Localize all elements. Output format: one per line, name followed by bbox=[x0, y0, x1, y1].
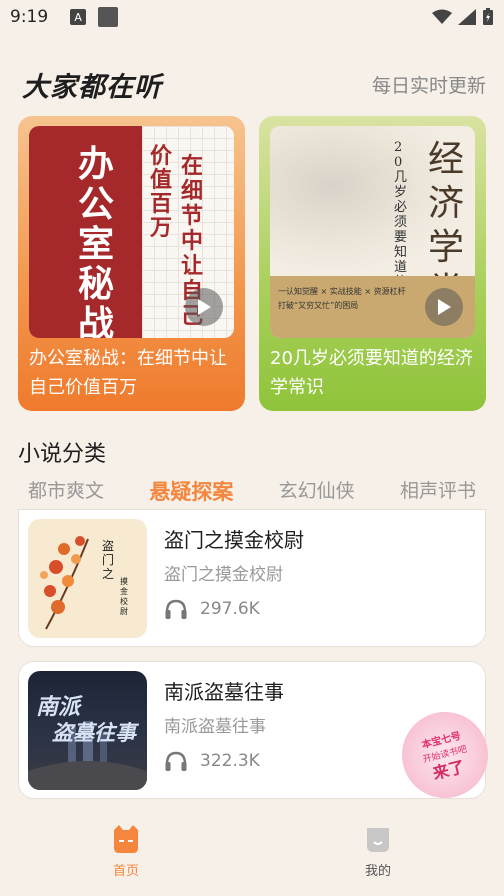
tab-fantasy[interactable]: 玄幻仙侠 bbox=[279, 476, 355, 506]
play-count: 297.6K bbox=[164, 598, 260, 620]
cover-main-title: 办公室秘战 bbox=[78, 143, 115, 338]
profile-icon bbox=[367, 828, 389, 852]
tab-crosstalk[interactable]: 相声评书 bbox=[400, 476, 476, 506]
status-time: 9:19 bbox=[10, 7, 49, 27]
home-cat-icon bbox=[114, 825, 138, 853]
play-icon bbox=[198, 299, 211, 315]
battery-icon bbox=[483, 8, 493, 25]
cover-side-line1: 价值百万 bbox=[150, 143, 173, 241]
cover-side-text: 20几岁必须要知道的 bbox=[394, 140, 408, 290]
play-count-value: 322.3K bbox=[200, 751, 260, 771]
wifi-icon bbox=[432, 9, 452, 24]
update-hint[interactable]: 每日实时更新 bbox=[372, 71, 486, 98]
page-title: 大家都在听 bbox=[22, 71, 162, 103]
featured-title: 办公室秘战：在细节中让自己价值百万 bbox=[29, 348, 227, 398]
featured-card-economics[interactable]: 经济学常识 20几岁必须要知道的 一认知觉醒 × 实战技能 × 资源杠杆 打破“… bbox=[259, 116, 486, 411]
section-header: 大家都在听 每日实时更新 bbox=[22, 66, 486, 103]
play-icon bbox=[438, 299, 451, 315]
signal-icon bbox=[458, 9, 476, 25]
category-tabs: 都市爽文 悬疑探案 玄幻仙侠 相声评书 bbox=[18, 476, 486, 506]
headphones-icon bbox=[165, 751, 187, 771]
status-bar: 9:19 A bbox=[0, 0, 504, 34]
tab-urban[interactable]: 都市爽文 bbox=[28, 476, 104, 506]
category-section-title: 小说分类 bbox=[18, 442, 107, 467]
tab-mystery[interactable]: 悬疑探案 bbox=[149, 476, 233, 506]
thumb-title-2: 盗墓往事 bbox=[52, 721, 136, 745]
nav-home[interactable]: 首页 bbox=[0, 816, 252, 896]
thumb-title-1: 盗门之 bbox=[102, 539, 115, 581]
list-item[interactable]: 盗门之 摸金校尉 盗门之摸金校尉 盗门之摸金校尉 297.6K bbox=[18, 509, 486, 647]
notification-square-icon bbox=[98, 7, 119, 27]
headphones-icon bbox=[165, 599, 187, 619]
play-button[interactable] bbox=[425, 288, 463, 326]
play-count: 322.3K bbox=[164, 750, 260, 772]
nav-profile[interactable]: 我的 bbox=[252, 816, 504, 896]
item-subtitle: 盗门之摸金校尉 bbox=[164, 565, 283, 585]
cover-tagline-2: 打破“又穷又忙”的困局 bbox=[278, 301, 359, 310]
book-thumbnail: 盗门之 摸金校尉 bbox=[28, 519, 147, 638]
play-count-value: 297.6K bbox=[200, 599, 260, 619]
bottom-navigation: 首页 我的 bbox=[0, 816, 504, 896]
status-indicators bbox=[432, 8, 494, 26]
nav-label: 我的 bbox=[364, 864, 391, 879]
featured-title: 20几岁必须要知道的经济学常识 bbox=[270, 348, 473, 398]
book-thumbnail: 南派 盗墓往事 bbox=[28, 671, 147, 790]
thumb-title-2: 摸金校尉 bbox=[120, 577, 128, 616]
nav-label: 首页 bbox=[112, 864, 139, 879]
keyboard-a-icon: A bbox=[70, 9, 87, 25]
item-subtitle: 南派盗墓往事 bbox=[164, 717, 266, 737]
item-title: 南派盗墓往事 bbox=[164, 680, 284, 704]
cover-tagline-1: 一认知觉醒 × 实战技能 × 资源杠杆 bbox=[278, 287, 406, 296]
featured-card-office[interactable]: 办公室秘战 价值百万 在细节中让自己 办公室秘战：在细节中让自己价值百万 bbox=[18, 116, 245, 411]
item-title: 盗门之摸金校尉 bbox=[164, 528, 304, 552]
play-button[interactable] bbox=[185, 288, 223, 326]
